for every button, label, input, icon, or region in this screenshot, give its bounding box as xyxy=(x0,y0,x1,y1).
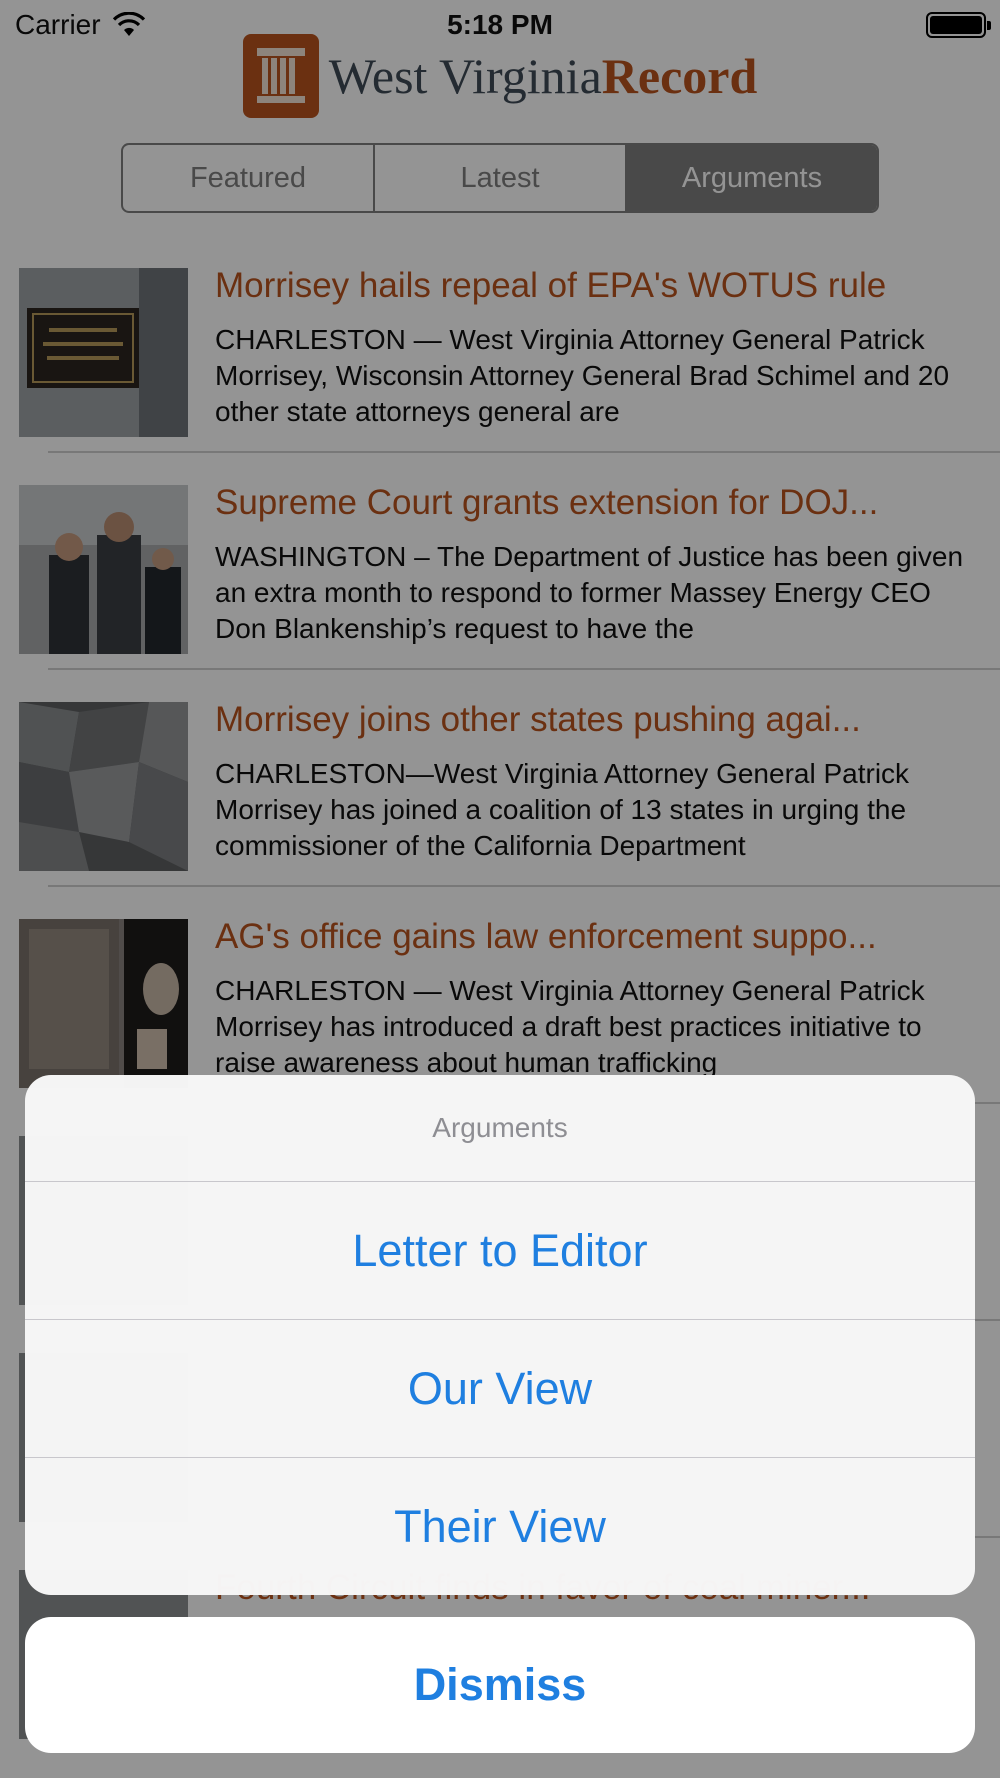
their-view-button[interactable]: Their View xyxy=(25,1458,975,1595)
action-sheet: Arguments Letter to Editor Our View Thei… xyxy=(25,1075,975,1595)
dismiss-button[interactable]: Dismiss xyxy=(25,1617,975,1753)
our-view-button[interactable]: Our View xyxy=(25,1320,975,1458)
letter-to-editor-button[interactable]: Letter to Editor xyxy=(25,1182,975,1320)
action-sheet-title: Arguments xyxy=(25,1075,975,1182)
